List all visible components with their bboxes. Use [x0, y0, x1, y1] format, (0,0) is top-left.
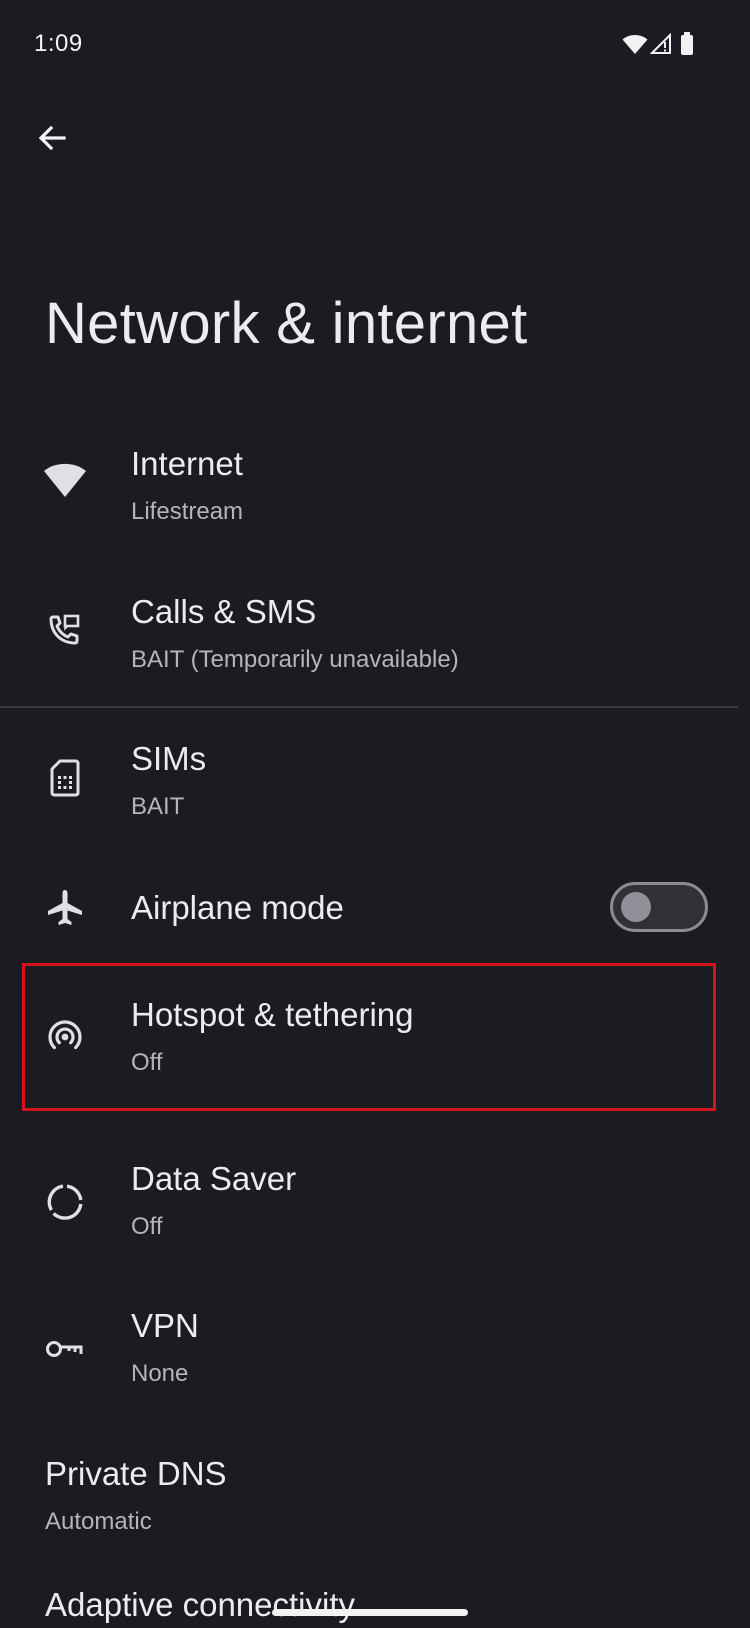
status-time: 1:09	[34, 30, 83, 57]
setting-title: Internet	[131, 445, 243, 482]
setting-title: SIMs	[131, 740, 207, 777]
setting-title: VPN	[131, 1307, 199, 1344]
calls-sms-setting[interactable]: Calls & SMS BAIT (Temporarily unavailabl…	[0, 578, 750, 688]
setting-subtitle: Off	[131, 1049, 163, 1076]
setting-subtitle: Off	[131, 1213, 163, 1240]
back-button[interactable]	[24, 110, 80, 166]
setting-title: Hotspot & tethering	[131, 996, 414, 1033]
setting-title: Airplane mode	[131, 889, 344, 926]
setting-title: Adaptive connectivity	[45, 1586, 356, 1623]
vpn-setting[interactable]: VPN None	[0, 1292, 750, 1402]
setting-subtitle: Automatic	[45, 1508, 152, 1535]
hotspot-tethering-setting[interactable]: Hotspot & tethering Off	[0, 966, 750, 1108]
setting-subtitle: None	[131, 1360, 189, 1387]
setting-subtitle: Lifestream	[131, 498, 244, 525]
airplane-icon	[40, 883, 90, 933]
arrow-back-icon	[37, 123, 67, 153]
internet-setting[interactable]: Internet Lifestream	[0, 430, 750, 540]
battery-icon	[680, 32, 694, 56]
page-title: Network & internet	[45, 291, 528, 356]
navigation-handle[interactable]	[272, 1609, 468, 1616]
airplane-mode-toggle[interactable]	[610, 882, 708, 932]
toggle-knob	[621, 892, 651, 922]
private-dns-setting[interactable]: Private DNS Automatic	[0, 1440, 750, 1550]
section-divider	[0, 706, 738, 708]
setting-subtitle: BAIT	[131, 793, 185, 820]
data-saver-icon	[40, 1177, 90, 1227]
setting-title: Calls & SMS	[131, 593, 317, 630]
setting-subtitle: BAIT (Temporarily unavailable)	[131, 646, 459, 673]
key-icon	[40, 1324, 90, 1374]
sim-card-icon	[40, 753, 90, 803]
wifi-icon	[40, 456, 90, 506]
setting-title: Data Saver	[131, 1160, 297, 1197]
status-bar: 1:09	[0, 0, 750, 90]
setting-title: Private DNS	[45, 1455, 227, 1492]
wifi-icon	[622, 33, 648, 55]
cell-signal-icon	[650, 33, 672, 55]
data-saver-setting[interactable]: Data Saver Off	[0, 1145, 750, 1255]
sims-setting[interactable]: SIMs BAIT	[0, 725, 750, 835]
adaptive-connectivity-setting[interactable]: Adaptive connectivity	[0, 1584, 750, 1628]
phone-forward-icon	[40, 606, 90, 656]
hotspot-icon	[40, 1012, 90, 1062]
status-icons	[622, 30, 694, 58]
